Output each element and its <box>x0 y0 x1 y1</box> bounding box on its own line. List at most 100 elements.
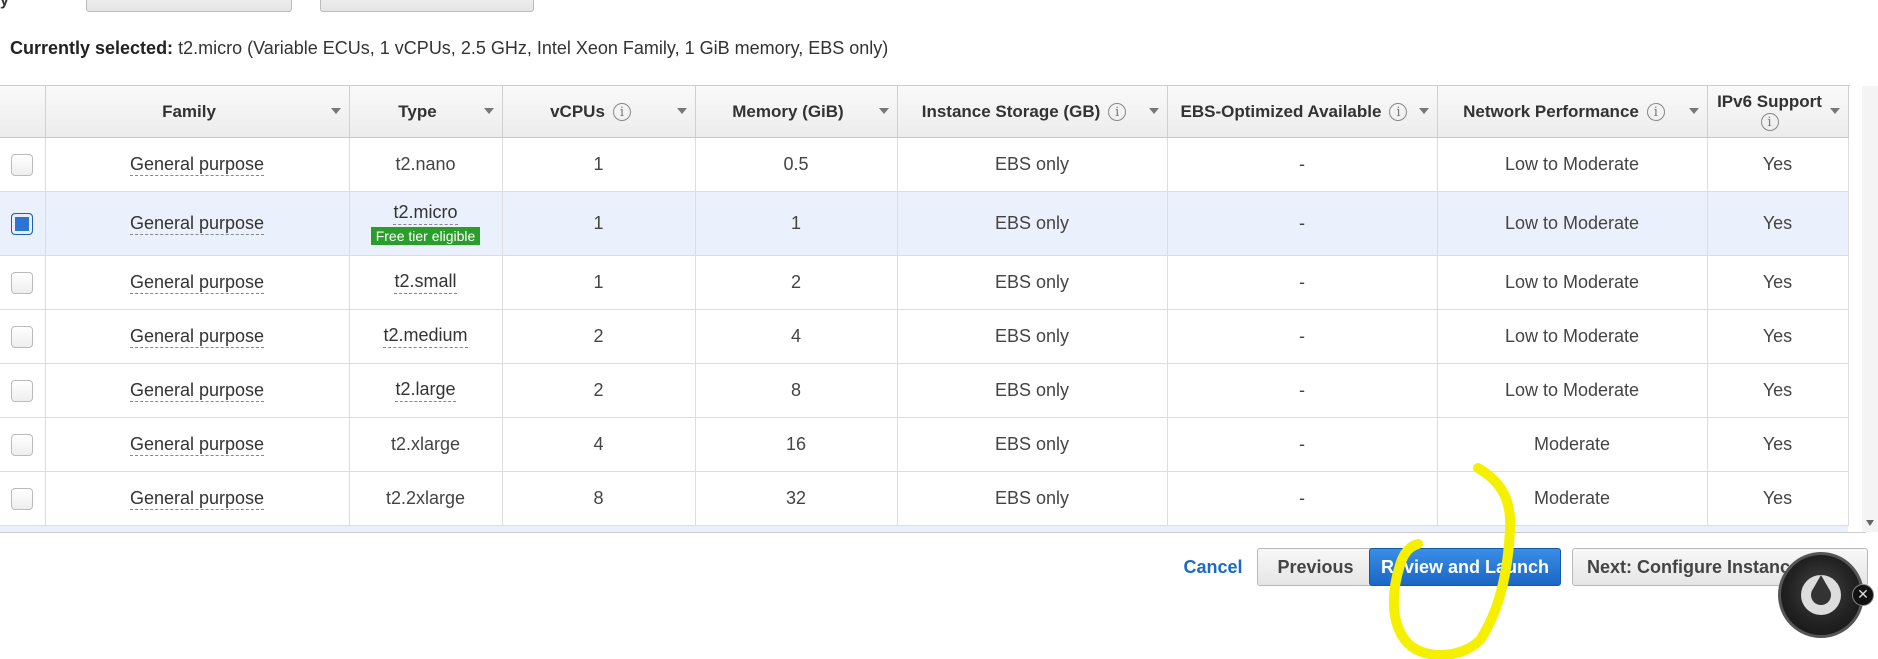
type-cell: t2.large <box>349 363 503 418</box>
sort-caret-icon[interactable] <box>878 108 889 114</box>
instance-type[interactable]: t2.micro <box>393 202 458 225</box>
family-cell: General purpose <box>45 191 350 256</box>
filter-dropdown-type[interactable] <box>86 0 292 12</box>
close-icon[interactable]: ✕ <box>1852 584 1874 606</box>
row-checkbox-cell[interactable] <box>0 191 46 256</box>
instance-type[interactable]: t2.xlarge <box>391 434 460 455</box>
instance-storage-cell: EBS only <box>897 255 1168 310</box>
family-link[interactable]: General purpose <box>129 213 265 235</box>
ebs-optimized-cell: - <box>1167 471 1438 526</box>
table-scrollbar[interactable] <box>1862 86 1878 532</box>
scroll-down-arrow-icon[interactable] <box>1866 520 1874 526</box>
sort-caret-icon[interactable] <box>483 108 494 114</box>
row-checkbox-cell[interactable] <box>0 471 46 526</box>
vcpus-cell: 1 <box>502 255 696 310</box>
info-icon[interactable]: i <box>612 103 631 122</box>
sort-caret-icon[interactable] <box>330 108 341 114</box>
family-cell: General purpose <box>45 363 350 418</box>
vcpus-cell: 2 <box>502 309 696 364</box>
vcpus-cell: 1 <box>502 191 696 256</box>
column-header-ebs-optimized[interactable]: EBS-Optimized Available i <box>1167 86 1438 138</box>
family-cell: General purpose <box>45 137 350 192</box>
current-selection-bar: Currently selected: t2.micro (Variable E… <box>0 20 1850 86</box>
current-selection-value: t2.micro (Variable ECUs, 1 vCPUs, 2.5 GH… <box>178 38 889 58</box>
sort-caret-icon[interactable] <box>1418 108 1429 114</box>
instance-type[interactable]: t2.2xlarge <box>386 488 465 509</box>
column-header-memory[interactable]: Memory (GiB) <box>695 86 898 138</box>
row-checkbox[interactable] <box>11 487 34 510</box>
ipv6-support-cell: Yes <box>1707 417 1849 472</box>
network-performance-cell: Low to Moderate <box>1437 309 1708 364</box>
family-link[interactable]: General purpose <box>129 488 265 510</box>
column-header-network-performance[interactable]: Network Performance i <box>1437 86 1708 138</box>
ipv6-support-cell: Yes <box>1707 363 1849 418</box>
ipv6-support-cell: Yes <box>1707 137 1849 192</box>
row-checkbox-cell[interactable] <box>0 363 46 418</box>
sort-caret-icon[interactable] <box>1148 108 1159 114</box>
select-all-header <box>0 86 46 138</box>
instance-type[interactable]: t2.nano <box>395 154 455 175</box>
instance-type[interactable]: t2.medium <box>383 325 468 348</box>
row-checkbox[interactable] <box>11 212 34 235</box>
instance-type-table: Family Type vCPUs i Memory (GiB) Instance… <box>0 86 1866 533</box>
type-cell: t2.2xlarge <box>349 471 503 526</box>
sort-caret-icon[interactable] <box>1688 108 1699 114</box>
sort-caret-icon[interactable] <box>1829 108 1840 114</box>
table-row[interactable]: General purpose t2.xlarge 4 16 EBS only … <box>0 417 1849 472</box>
row-checkbox-cell[interactable] <box>0 417 46 472</box>
info-icon[interactable]: i <box>1760 113 1779 132</box>
instance-storage-cell: EBS only <box>897 471 1168 526</box>
row-checkbox[interactable] <box>11 379 34 402</box>
network-performance-cell: Low to Moderate <box>1437 363 1708 418</box>
column-header-family[interactable]: Family <box>45 86 350 138</box>
table-row[interactable]: General purpose t2.nano 1 0.5 EBS only -… <box>0 137 1849 192</box>
row-checkbox[interactable] <box>11 433 34 456</box>
network-performance-cell: Low to Moderate <box>1437 255 1708 310</box>
family-link[interactable]: General purpose <box>129 272 265 294</box>
instance-storage-cell: EBS only <box>897 309 1168 364</box>
type-cell: t2.micro Free tier eligible <box>349 191 503 256</box>
table-row[interactable]: General purpose t2.micro Free tier eligib… <box>0 191 1849 256</box>
family-link[interactable]: General purpose <box>129 380 265 402</box>
avatar-emblem-icon <box>1801 575 1841 615</box>
ebs-optimized-cell: - <box>1167 191 1438 256</box>
column-header-instance-storage[interactable]: Instance Storage (GB) i <box>897 86 1168 138</box>
table-row[interactable]: General purpose t2.medium 2 4 EBS only -… <box>0 309 1849 364</box>
column-header-vcpus[interactable]: vCPUs i <box>502 86 696 138</box>
previous-button[interactable]: Previous <box>1257 548 1374 586</box>
table-row[interactable]: General purpose t2.small 1 2 EBS only - … <box>0 255 1849 310</box>
memory-cell: 4 <box>695 309 898 364</box>
family-link[interactable]: General purpose <box>129 154 265 176</box>
row-checkbox-cell[interactable] <box>0 137 46 192</box>
row-checkbox-cell[interactable] <box>0 309 46 364</box>
vcpus-cell: 8 <box>502 471 696 526</box>
family-link[interactable]: General purpose <box>129 434 265 456</box>
row-checkbox[interactable] <box>11 325 34 348</box>
ipv6-support-cell: Yes <box>1707 191 1849 256</box>
sort-caret-icon[interactable] <box>676 108 687 114</box>
info-icon[interactable]: i <box>1108 103 1127 122</box>
free-tier-badge: Free tier eligible <box>370 227 481 245</box>
family-cell: General purpose <box>45 255 350 310</box>
cancel-button[interactable]: Cancel <box>1175 548 1251 586</box>
table-header-row: Family Type vCPUs i Memory (GiB) Instance… <box>0 86 1849 138</box>
filter-dropdown-generation[interactable] <box>320 0 534 12</box>
row-checkbox[interactable] <box>11 153 34 176</box>
row-checkbox-cell[interactable] <box>0 255 46 310</box>
ebs-optimized-cell: - <box>1167 417 1438 472</box>
current-selection-label: Currently selected: <box>10 38 174 58</box>
memory-cell: 32 <box>695 471 898 526</box>
column-header-ipv6-support[interactable]: IPv6 Support i <box>1707 86 1849 138</box>
info-icon[interactable]: i <box>1646 103 1665 122</box>
info-icon[interactable]: i <box>1389 103 1408 122</box>
memory-cell: 0.5 <box>695 137 898 192</box>
column-header-type[interactable]: Type <box>349 86 503 138</box>
instance-type[interactable]: t2.large <box>395 379 456 402</box>
family-cell: General purpose <box>45 471 350 526</box>
table-row[interactable]: General purpose t2.large 2 8 EBS only - … <box>0 363 1849 418</box>
table-row[interactable]: General purpose t2.2xlarge 8 32 EBS only… <box>0 471 1849 526</box>
family-link[interactable]: General purpose <box>129 326 265 348</box>
review-and-launch-button[interactable]: Review and Launch <box>1369 548 1561 586</box>
instance-type[interactable]: t2.small <box>394 271 457 294</box>
row-checkbox[interactable] <box>11 271 34 294</box>
